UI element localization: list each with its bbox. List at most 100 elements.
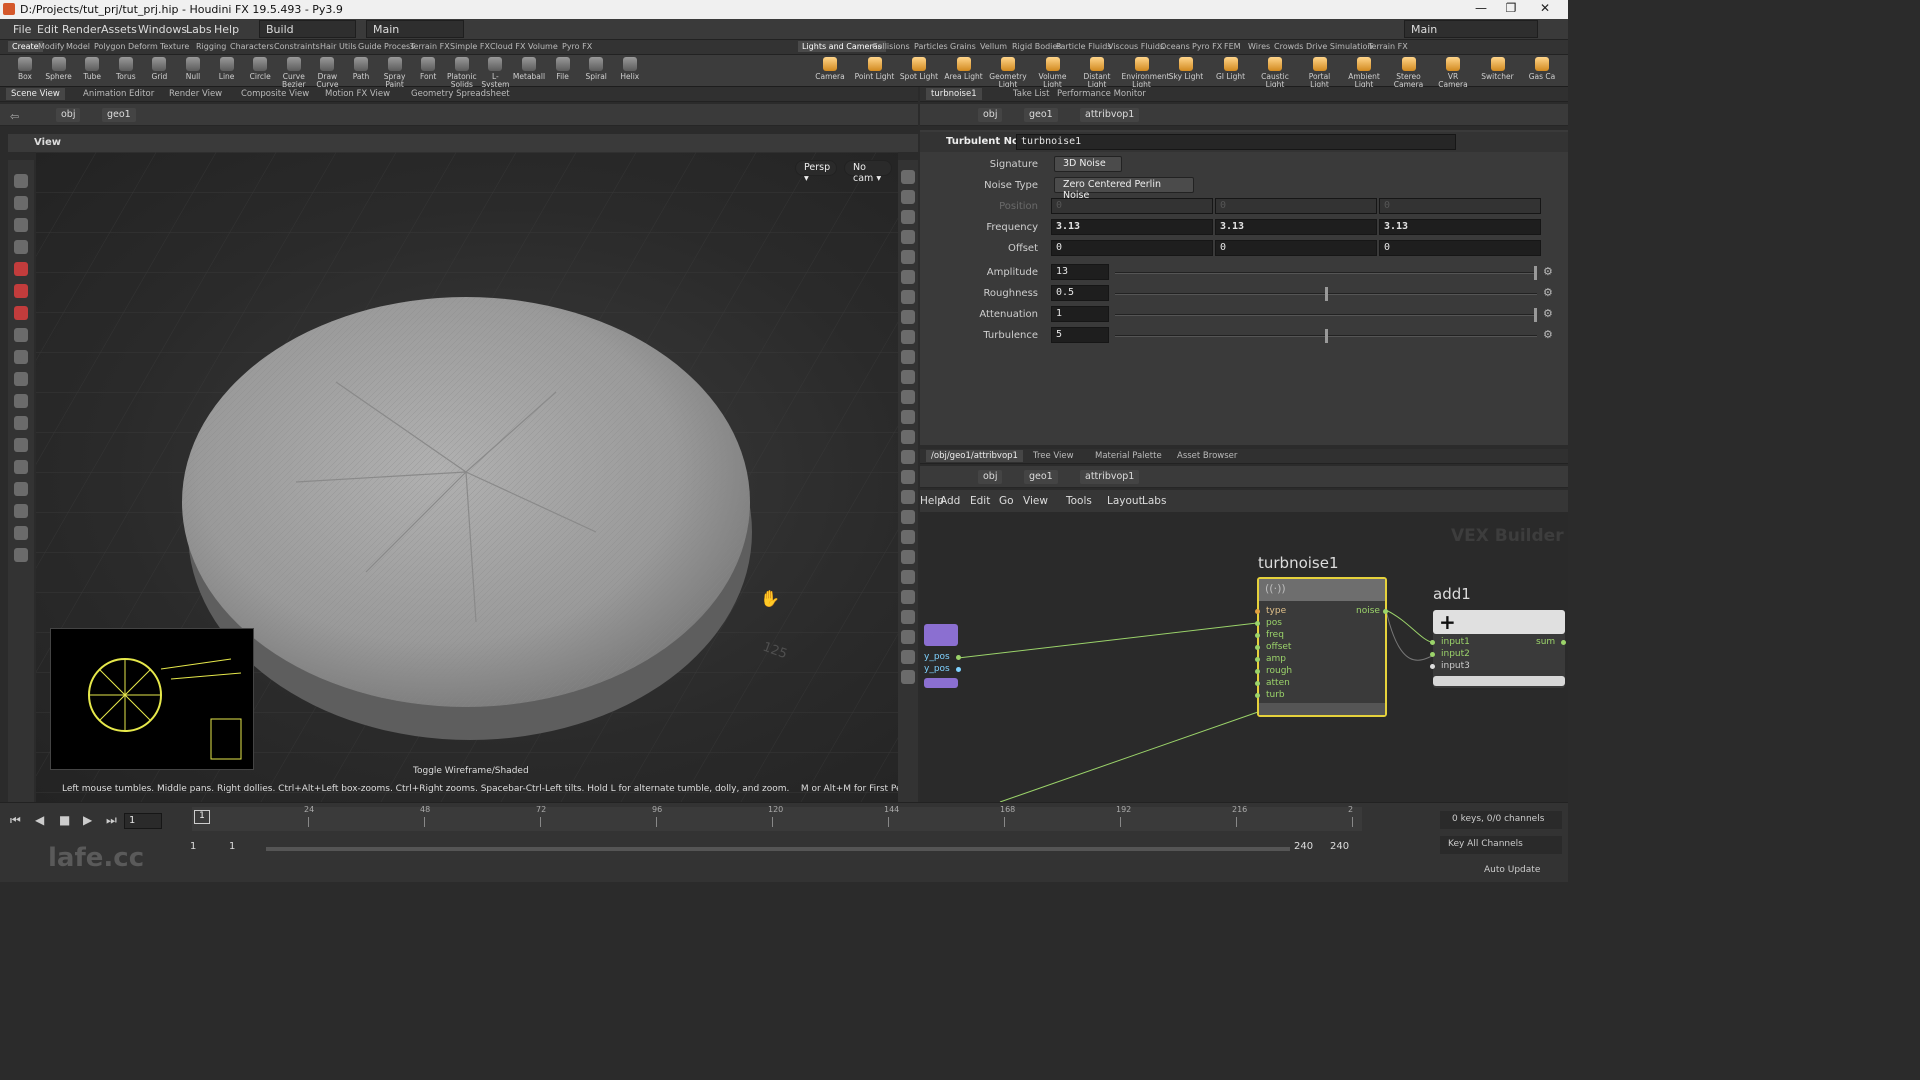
turbnoise1-node[interactable]: ((·)) type pos freq offset amp rough atten turb… <box>1255 577 1388 717</box>
viewer-tool-icon[interactable] <box>14 306 28 320</box>
display-option-icon[interactable] <box>901 410 915 424</box>
add-input-port-input2[interactable] <box>1430 652 1435 657</box>
frequency-y-field[interactable]: 3.13 <box>1215 219 1377 235</box>
display-option-icon[interactable] <box>901 510 915 524</box>
menu-edit[interactable]: Edit <box>37 23 58 36</box>
offset-x-field[interactable]: 0 <box>1051 240 1213 256</box>
tab-performance-monitor[interactable]: Performance Monitor <box>1052 88 1151 100</box>
tool-line[interactable]: Line <box>210 56 244 86</box>
tool-point-light[interactable]: Point Light <box>855 56 895 86</box>
param-path-attribvop1[interactable]: attribvop1 <box>1080 108 1140 122</box>
stop-button[interactable]: ■ <box>59 813 70 827</box>
tab-composite-view[interactable]: Composite View <box>236 88 314 100</box>
display-option-icon[interactable] <box>901 310 915 324</box>
net-menu-labs[interactable]: Labs <box>1142 495 1166 507</box>
sum-output-port[interactable] <box>1561 640 1566 645</box>
viewer-tool-icon[interactable] <box>14 350 28 364</box>
tab-render-view[interactable]: Render View <box>164 88 227 100</box>
tool-path[interactable]: Path <box>344 56 378 86</box>
roughness-slider-knob[interactable] <box>1324 287 1328 301</box>
menu-windows[interactable]: Windows <box>138 23 187 36</box>
turbulence-field[interactable]: 5 <box>1051 327 1109 343</box>
display-option-icon[interactable] <box>901 230 915 244</box>
tool-gi-light[interactable]: GI Light <box>1211 56 1251 86</box>
net-menu-help[interactable]: Help <box>920 495 944 507</box>
tool-caustic-light[interactable]: Caustic Light <box>1255 56 1295 89</box>
offset-y-field[interactable]: 0 <box>1215 240 1377 256</box>
range-start-field[interactable]: 1 <box>190 841 196 852</box>
net-menu-tools[interactable]: Tools <box>1066 495 1092 507</box>
tool-area-light[interactable]: Area Light <box>944 56 984 86</box>
tool-environment-light[interactable]: Environment Light <box>1122 56 1169 89</box>
param-path-obj[interactable]: obj <box>978 108 1003 122</box>
display-option-icon[interactable] <box>901 470 915 484</box>
tab-scene-view[interactable]: Scene View <box>6 88 65 100</box>
keys-status[interactable]: 0 keys, 0/0 channels <box>1440 811 1562 829</box>
playhead-marker[interactable]: 1 <box>194 810 210 824</box>
3d-viewport[interactable]: 125 Persp ▾ No cam ▾ Toggle Wireframe/Sh… <box>36 152 898 802</box>
viewer-tool-icon[interactable] <box>14 526 28 540</box>
tool-circle[interactable]: Circle <box>243 56 277 86</box>
tool-stereo-camera[interactable]: Stereo Camera <box>1389 56 1429 89</box>
viewer-tool-icon[interactable] <box>14 240 28 254</box>
add1-node[interactable]: + input1 input2 input3 sum <box>1430 610 1566 688</box>
turb-input-port-atten[interactable] <box>1255 681 1260 686</box>
tool-distant-light[interactable]: Distant Light <box>1077 56 1117 89</box>
tool-curve-bezier[interactable]: Curve Bezier <box>277 56 311 89</box>
display-option-icon[interactable] <box>901 370 915 384</box>
viewer-tool-icon[interactable] <box>14 196 28 210</box>
display-option-icon[interactable] <box>901 170 915 184</box>
offset-z-field[interactable]: 0 <box>1379 240 1541 256</box>
display-option-icon[interactable] <box>901 450 915 464</box>
viewer-tool-icon[interactable] <box>14 218 28 232</box>
tool-l-system[interactable]: L-System <box>478 56 512 89</box>
jump-start-button[interactable]: ⏮ <box>10 813 21 828</box>
tool-font[interactable]: Font <box>411 56 445 86</box>
viewer-tool-icon[interactable] <box>14 482 28 496</box>
play-reverse-button[interactable]: ◀ <box>35 813 44 827</box>
left-output-port-1[interactable] <box>956 655 961 660</box>
tool-vr-camera[interactable]: VR Camera <box>1433 56 1473 89</box>
tool-camera[interactable]: Camera <box>810 56 850 86</box>
tab-take-list[interactable]: Take List <box>1008 88 1054 100</box>
minimize-button[interactable]: — <box>1466 1 1496 18</box>
range-start2-field[interactable]: 1 <box>229 841 235 852</box>
shelf-tab-rigging[interactable]: Rigging <box>192 41 230 52</box>
net-path-obj[interactable]: obj <box>978 470 1003 484</box>
display-option-icon[interactable] <box>901 210 915 224</box>
shelf-tab-volume[interactable]: Volume <box>524 41 562 52</box>
roughness-gear-icon[interactable]: ⚙ <box>1543 286 1553 299</box>
display-option-icon[interactable] <box>901 190 915 204</box>
range-end-field[interactable]: 240 <box>1294 841 1313 852</box>
tool-draw-curve[interactable]: Draw Curve <box>310 56 344 89</box>
maximize-button[interactable]: ❐ <box>1496 1 1526 18</box>
path-geo1[interactable]: geo1 <box>102 108 136 122</box>
display-option-icon[interactable] <box>901 570 915 584</box>
back-arrow-icon[interactable]: ⇦ <box>10 110 19 123</box>
tool-spot-light[interactable]: Spot Light <box>899 56 939 86</box>
shelf-tab-r-vellum[interactable]: Vellum <box>976 41 1011 52</box>
range-slider[interactable] <box>266 847 1290 851</box>
viewer-tool-icon[interactable] <box>14 328 28 342</box>
net-menu-layout[interactable]: Layout <box>1107 495 1143 507</box>
play-button[interactable]: ▶ <box>83 813 92 827</box>
node-name-field[interactable]: turbnoise1 <box>1016 134 1456 150</box>
display-option-icon[interactable] <box>901 650 915 664</box>
tool-volume-light[interactable]: Volume Light <box>1033 56 1073 89</box>
amplitude-slider-knob[interactable] <box>1534 266 1537 280</box>
display-option-icon[interactable] <box>901 490 915 504</box>
input-node-partial[interactable]: y_pos y_pos <box>924 624 961 690</box>
frequency-x-field[interactable]: 3.13 <box>1051 219 1213 235</box>
desktop-build-select[interactable]: Build <box>259 20 356 38</box>
tab-material-palette[interactable]: Material Palette <box>1090 450 1167 462</box>
menu-file[interactable]: File <box>13 23 31 36</box>
param-path-geo1[interactable]: geo1 <box>1024 108 1058 122</box>
tool-file[interactable]: File <box>546 56 580 86</box>
turb-input-port-offset[interactable] <box>1255 645 1260 650</box>
display-option-icon[interactable] <box>901 670 915 684</box>
tool-helix[interactable]: Helix <box>613 56 647 86</box>
net-menu-view[interactable]: View <box>1023 495 1048 507</box>
turb-input-port-freq[interactable] <box>1255 633 1260 638</box>
close-button[interactable]: ✕ <box>1530 1 1560 18</box>
persp-menu[interactable]: Persp ▾ <box>795 160 837 184</box>
